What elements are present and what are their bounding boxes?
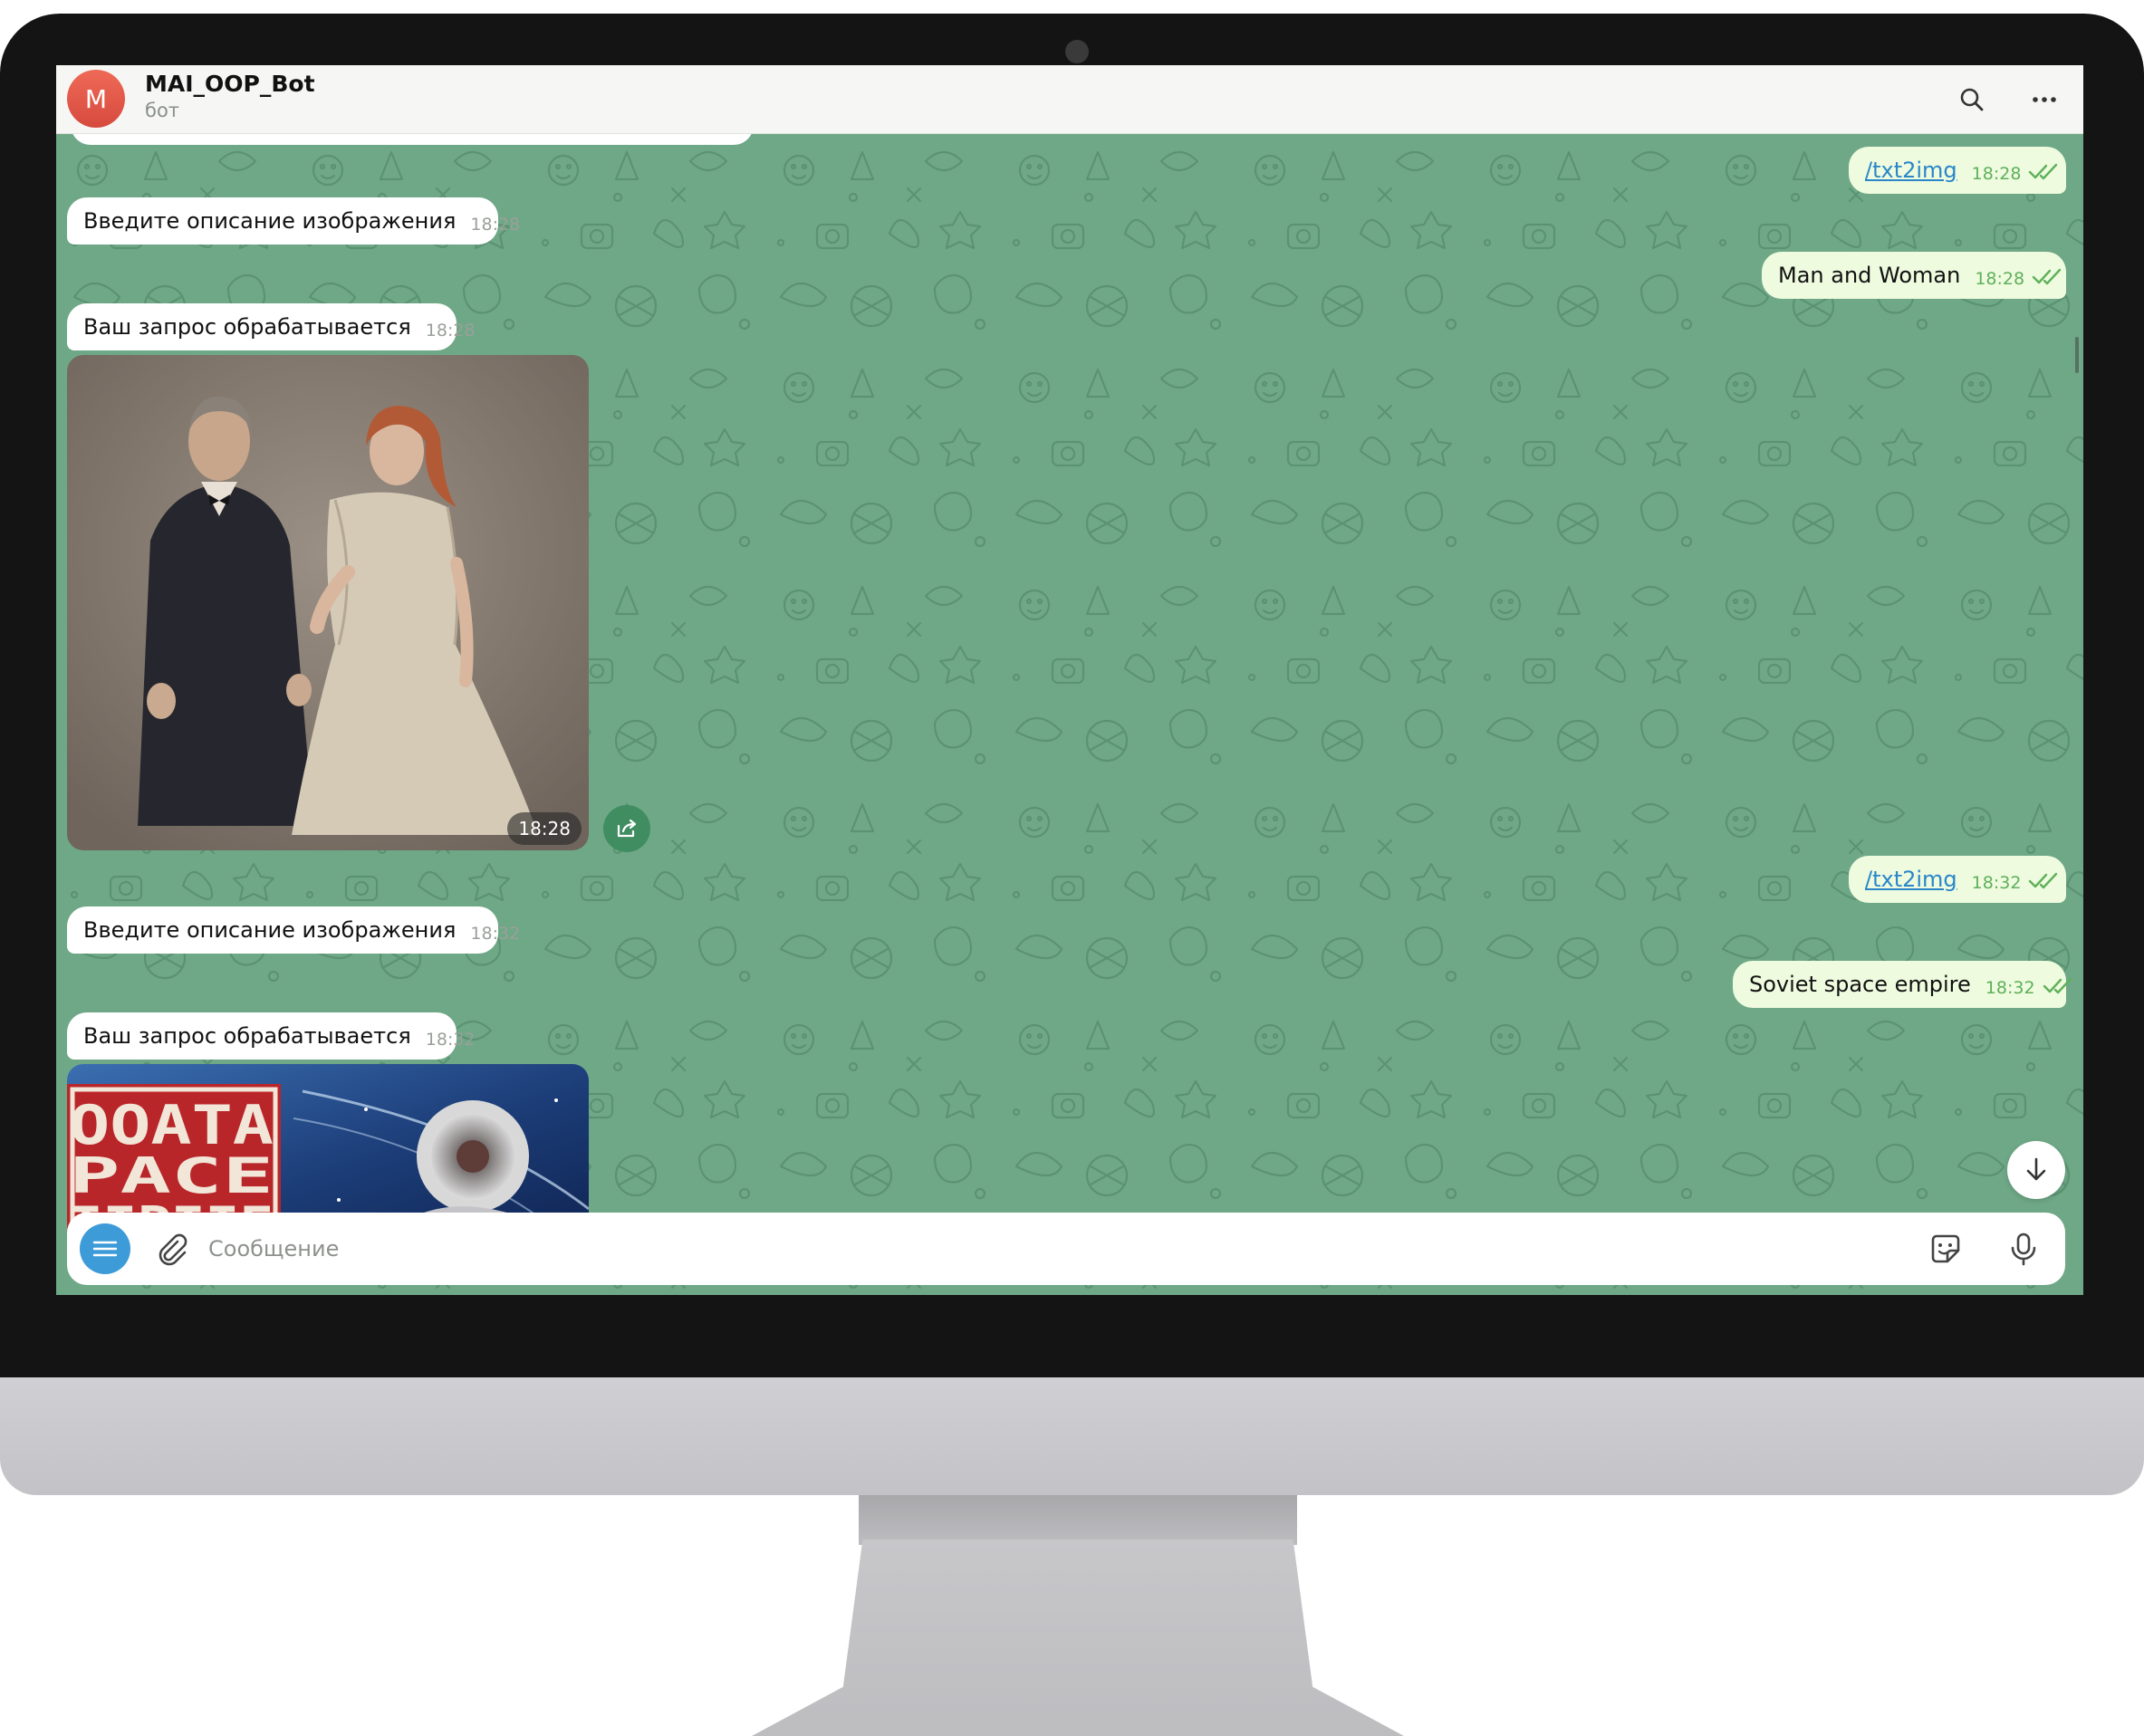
photo-image bbox=[67, 355, 589, 850]
monitor-chin bbox=[0, 1377, 2144, 1495]
message-text: Ваш запрос обрабатывается bbox=[83, 314, 411, 340]
voice-message-button[interactable] bbox=[2004, 1229, 2043, 1269]
scroll-down-button[interactable] bbox=[2007, 1141, 2065, 1199]
chat-title[interactable]: MAI_OOP_Bot bbox=[145, 71, 315, 97]
message-time: 18:32 bbox=[1971, 873, 2022, 893]
monitor-stand bbox=[752, 1539, 1404, 1736]
share-icon bbox=[617, 819, 637, 838]
generated-image-man-and-woman[interactable]: 18:28 bbox=[67, 355, 589, 850]
microphone-icon bbox=[2011, 1232, 2036, 1266]
double-check-icon bbox=[2032, 268, 2064, 290]
attach-button[interactable] bbox=[152, 1229, 192, 1269]
double-check-icon bbox=[2028, 872, 2061, 894]
double-check-icon bbox=[2043, 977, 2075, 999]
bot-command-link[interactable]: /txt2img bbox=[1865, 158, 1957, 183]
share-button[interactable] bbox=[603, 805, 650, 852]
message-text: Введите описание изображения bbox=[83, 917, 457, 943]
message-outgoing[interactable]: /txt2img 18:28 bbox=[1849, 147, 2066, 194]
message-outgoing[interactable]: /txt2img 18:32 bbox=[1849, 856, 2066, 903]
message-time: 18:28 bbox=[1975, 269, 2025, 289]
message-time: 18:32 bbox=[425, 1030, 476, 1050]
chat-status: бот bbox=[145, 100, 180, 121]
message-text: Введите описание изображения bbox=[83, 208, 457, 234]
search-icon bbox=[1960, 88, 1984, 111]
message-time: 18:32 bbox=[470, 924, 521, 944]
message-time: 18:32 bbox=[1985, 978, 2035, 998]
more-icon bbox=[2033, 97, 2056, 102]
message-incoming[interactable]: Ваш запрос обрабатывается 18:32 bbox=[67, 1012, 476, 1060]
telegram-chat-window: M MAI_OOP_Bot бот /txt2img 18:28 Введите… bbox=[56, 65, 2083, 1295]
message-text: Man and Woman bbox=[1778, 263, 1961, 288]
message-incoming[interactable]: Введите описание изображения 18:32 bbox=[67, 906, 520, 954]
double-check-icon bbox=[2028, 163, 2061, 185]
camera-icon bbox=[1065, 40, 1089, 63]
avatar[interactable]: M bbox=[67, 70, 125, 128]
paperclip-icon bbox=[159, 1233, 187, 1266]
message-text: Ваш запрос обрабатывается bbox=[83, 1023, 411, 1049]
sticker-button[interactable] bbox=[1926, 1229, 1966, 1269]
sticker-icon bbox=[1931, 1234, 1960, 1263]
scrollbar-thumb[interactable] bbox=[2075, 337, 2079, 373]
bot-command-link[interactable]: /txt2img bbox=[1865, 867, 1957, 892]
message-incoming[interactable]: Ваш запрос обрабатывается 18:28 bbox=[67, 303, 476, 350]
chat-header: M MAI_OOP_Bot бот bbox=[56, 65, 2083, 134]
message-time: 18:28 bbox=[425, 321, 476, 340]
message-text: Soviet space empire bbox=[1749, 972, 1971, 997]
bot-menu-button[interactable] bbox=[80, 1223, 130, 1274]
message-input[interactable] bbox=[208, 1229, 1911, 1269]
message-outgoing[interactable]: Man and Woman 18:28 bbox=[1762, 252, 2066, 299]
message-outgoing[interactable]: Soviet space empire 18:32 bbox=[1733, 961, 2072, 1008]
monitor-stand-neck bbox=[859, 1495, 1297, 1545]
more-options-button[interactable] bbox=[2026, 82, 2062, 118]
message-composer bbox=[67, 1213, 2065, 1285]
menu-icon bbox=[92, 1241, 118, 1257]
search-button[interactable] bbox=[1954, 82, 1990, 118]
message-incoming[interactable]: Введите описание изображения 18:28 bbox=[67, 197, 520, 245]
photo-time: 18:28 bbox=[507, 812, 582, 845]
arrow-down-icon bbox=[2026, 1157, 2046, 1181]
message-time: 18:28 bbox=[470, 215, 521, 235]
message-time: 18:28 bbox=[1971, 164, 2022, 184]
